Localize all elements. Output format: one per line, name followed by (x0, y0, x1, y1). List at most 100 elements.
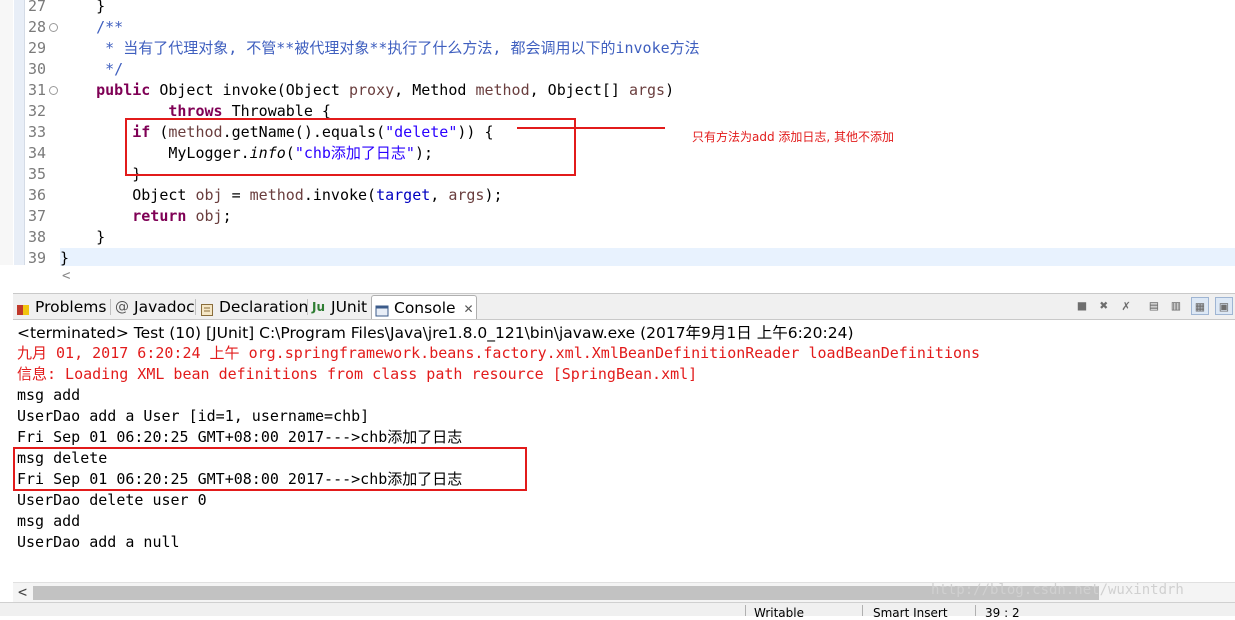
code-token: } (60, 0, 106, 15)
pin-console-icon[interactable]: ▦ (1191, 297, 1209, 315)
code-token: */ (60, 60, 124, 78)
problems-icon (16, 300, 30, 315)
console-line: 信息: Loading XML bean definitions from cl… (17, 365, 698, 383)
line-number: 31 (24, 80, 60, 101)
code-line[interactable]: Object obj = method.invoke(target, args)… (60, 185, 1235, 206)
code-token: method (475, 81, 530, 99)
code-token: , Method (394, 81, 476, 99)
console-view[interactable]: <terminated> Test (10) [JUnit] C:\Progra… (13, 320, 1235, 615)
code-token: target (376, 186, 431, 204)
code-token: args (448, 186, 485, 204)
console-line: UserDao add a null (17, 533, 180, 551)
code-token: Object (60, 186, 196, 204)
console-line: msg add (17, 512, 81, 530)
status-separator (745, 605, 746, 616)
console-line: UserDao delete user 0 (17, 491, 207, 509)
code-line[interactable]: */ (60, 59, 1235, 80)
fold-toggle-icon[interactable] (49, 86, 58, 95)
code-token: obj (195, 186, 223, 204)
line-number-gutter: 27 28 29 30 31 32 33 34 35 36 37 38 39 (24, 0, 60, 269)
overview-ruler-left (0, 0, 13, 265)
code-token: } (60, 228, 106, 246)
line-number: 38 (27, 228, 46, 246)
code-token: , (430, 186, 449, 204)
tab-label: Declaration (219, 298, 309, 316)
code-line[interactable]: /** (60, 17, 1235, 38)
clear-console-icon[interactable]: ▤ (1145, 297, 1163, 315)
code-token: public (96, 81, 151, 99)
code-token: .invoke( (303, 186, 377, 204)
tab-separator (307, 299, 308, 315)
junit-icon: Ju (312, 300, 326, 314)
tab-label: Javadoc (134, 298, 195, 316)
declaration-icon (200, 300, 214, 316)
code-line[interactable]: } (60, 0, 1235, 17)
scroll-left-icon[interactable]: < (18, 583, 27, 601)
console-line: msg add (17, 386, 81, 404)
code-line[interactable]: } (60, 227, 1235, 248)
highlight-box-if-block (125, 118, 576, 176)
console-icon (375, 301, 389, 317)
terminated-launch-label: <terminated> Test (10) [JUnit] C:\Progra… (17, 324, 854, 342)
line-number: 34 (27, 144, 46, 162)
at-icon: @ (115, 299, 129, 315)
status-separator (975, 605, 976, 616)
remove-launch-icon[interactable]: ✖ (1095, 297, 1113, 315)
remove-all-launches-icon[interactable]: ✗ (1117, 297, 1135, 315)
display-selected-console-icon[interactable]: ▣ (1215, 297, 1233, 315)
view-tab-bar: Problems @ Javadoc Declaration Ju JUnit … (13, 293, 1235, 320)
code-line[interactable]: public Object invoke(Object proxy, Metho… (60, 80, 1235, 101)
line-number: 37 (27, 207, 46, 225)
console-line: Fri Sep 01 06:20:25 GMT+08:00 2017--->ch… (17, 428, 463, 446)
fold-toggle-icon[interactable] (49, 23, 58, 32)
code-token: ); (484, 186, 503, 204)
code-token: method (249, 186, 304, 204)
tab-label: JUnit (331, 298, 368, 316)
line-number: 28 (24, 17, 60, 38)
code-token: = (222, 186, 250, 204)
line-number: 39 (27, 249, 46, 267)
status-separator (862, 605, 863, 616)
tab-javadoc[interactable]: @ Javadoc (112, 295, 195, 319)
tab-label: Problems (35, 298, 107, 316)
code-token: } (60, 249, 70, 267)
watermark: http://blog.csdn.net/wuxintdrh (931, 582, 1184, 598)
tab-problems[interactable]: Problems (13, 295, 106, 319)
code-editor[interactable]: 27 28 29 30 31 32 33 34 35 36 37 38 39 } /** * 当有了代理… (0, 0, 1235, 290)
code-line[interactable]: return obj; (60, 206, 1235, 227)
close-icon[interactable]: ✕ (464, 302, 474, 316)
scroll-lock-icon[interactable]: ▥ (1167, 297, 1185, 315)
editor-horizontal-scrollbar[interactable]: < (60, 266, 1235, 288)
line-number: 32 (27, 102, 46, 120)
line-number: 35 (27, 165, 46, 183)
line-number: 29 (27, 39, 46, 57)
status-bar: Writable Smart Insert 39 : 2 (0, 602, 1235, 620)
code-token: obj (195, 207, 223, 225)
code-token: args (628, 81, 666, 99)
console-line: 九月 01, 2017 6:20:24 上午 org.springframewo… (17, 344, 981, 362)
annotation-arrow-line (517, 127, 665, 129)
code-token: return (132, 207, 187, 225)
code-token: Object invoke(Object (150, 81, 349, 99)
code-token: ) (665, 81, 675, 99)
code-line[interactable]: * 当有了代理对象, 不管**被代理对象**执行了什么方法, 都会调用以下的in… (60, 38, 1235, 59)
tab-separator (195, 299, 196, 315)
terminate-icon[interactable]: ■ (1073, 297, 1091, 315)
tab-console[interactable]: Console ✕ (371, 295, 477, 319)
line-number: 27 (27, 0, 46, 15)
line-number: 30 (27, 60, 46, 78)
line-number: 33 (27, 123, 46, 141)
status-insert-mode: Smart Insert (873, 606, 948, 620)
code-token: * 当有了代理对象, 不管**被代理对象**执行了什么方法, 都会调用以下的in… (60, 39, 700, 57)
status-writable: Writable (754, 606, 804, 620)
annotation-note: 只有方法为add 添加日志, 其他不添加 (692, 130, 895, 144)
code-token: ; (222, 207, 232, 225)
scroll-left-icon[interactable]: < (62, 268, 70, 284)
line-number: 36 (27, 186, 46, 204)
tab-declaration[interactable]: Declaration (197, 295, 308, 319)
tab-junit[interactable]: Ju JUnit (309, 295, 367, 319)
code-token: /** (60, 18, 124, 36)
code-token: proxy (349, 81, 395, 99)
